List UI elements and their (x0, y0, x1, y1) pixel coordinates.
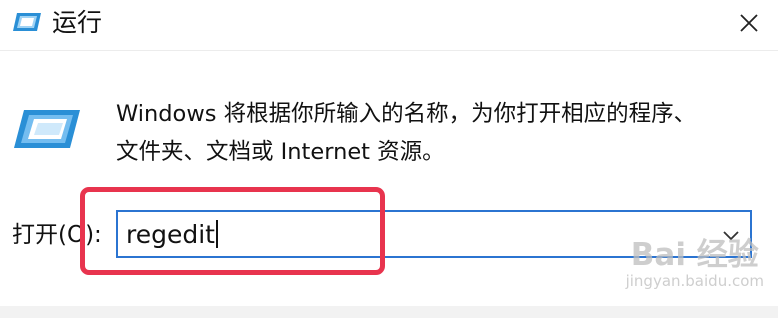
button-area-strip (0, 306, 778, 318)
run-icon (12, 10, 42, 34)
annotation-highlight-box (80, 187, 385, 275)
window-title: 运行 (52, 8, 103, 37)
run-program-icon (12, 108, 82, 150)
description-text: Windows 将根据你所输入的名称，为你打开相应的程序、 文件夹、文档或 In… (116, 95, 756, 171)
close-button[interactable] (720, 0, 778, 46)
watermark-logo: Bai 经验 (630, 237, 759, 273)
run-dialog: 运行 Windows 将根据你所输入的名称，为你打开相应的程序、 文件夹、文档或… (0, 0, 778, 318)
close-icon (740, 14, 758, 32)
description-line-2: 文件夹、文档或 Internet 资源。 (116, 139, 445, 165)
description-line-1: Windows 将根据你所输入的名称，为你打开相应的程序、 (116, 101, 697, 127)
watermark: Bai 经验 jingyan.baidu.com (626, 238, 764, 290)
title-bar: 运行 (0, 0, 778, 51)
watermark-url: jingyan.baidu.com (625, 272, 764, 290)
